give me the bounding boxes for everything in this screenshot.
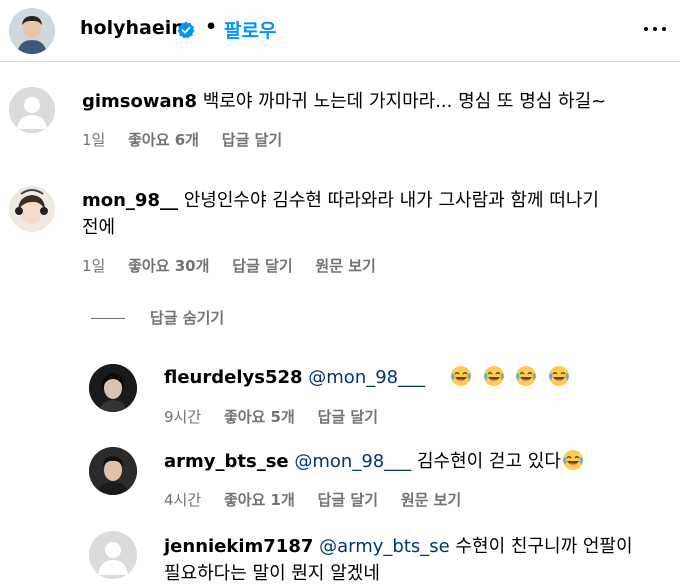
comment-meta: 1일 좋아요 30개 답글 달기 원문 보기 bbox=[82, 255, 394, 276]
default-avatar-icon bbox=[89, 531, 137, 579]
separator-dot: • bbox=[205, 16, 218, 38]
default-avatar-icon bbox=[9, 87, 55, 133]
reply-meta: 9시간 좋아요 5개 답글 달기 bbox=[164, 406, 396, 427]
hide-replies-button[interactable]: 답글 숨기기 bbox=[150, 307, 224, 328]
commenter-avatar[interactable] bbox=[9, 87, 55, 133]
reply-body: 김수현이 걷고 있다 bbox=[416, 451, 561, 472]
laughing-crying-emoji bbox=[483, 365, 505, 387]
comment-body: 안녕인수야 김수현 따라와라 내가 그사람과 함께 떠나기 bbox=[183, 190, 599, 211]
reply-avatar[interactable] bbox=[89, 447, 137, 495]
comment-time[interactable]: 1일 bbox=[82, 257, 105, 275]
reply-time[interactable]: 9시간 bbox=[164, 408, 201, 426]
see-original-button[interactable]: 원문 보기 bbox=[401, 491, 461, 509]
laughing-crying-emoji bbox=[450, 365, 472, 387]
reply: army_bts_se @mon_98___ 김수현이 걷고 있다 bbox=[164, 448, 674, 475]
laughing-crying-emoji bbox=[515, 365, 537, 387]
comment-likes[interactable]: 좋아요 30개 bbox=[128, 257, 209, 275]
comment-username[interactable]: gimsowan8 bbox=[82, 91, 197, 112]
laughing-crying-emoji bbox=[562, 449, 584, 471]
laughing-crying-emoji bbox=[548, 365, 570, 387]
more-options-icon[interactable] bbox=[640, 14, 670, 44]
reply-username[interactable]: army_bts_se bbox=[164, 451, 289, 472]
follow-button[interactable]: 팔로우 bbox=[224, 16, 276, 43]
reply-button[interactable]: 답글 달기 bbox=[232, 257, 292, 275]
comment: mon_98__ 안녕인수야 김수현 따라와라 내가 그사람과 함께 떠나기 전… bbox=[82, 187, 677, 241]
comment-time[interactable]: 1일 bbox=[82, 131, 105, 149]
reply-username[interactable]: fleurdelys528 bbox=[164, 367, 303, 388]
see-original-button[interactable]: 원문 보기 bbox=[315, 257, 375, 275]
reply-button[interactable]: 답글 달기 bbox=[318, 491, 378, 509]
reply-avatar[interactable] bbox=[89, 364, 137, 412]
comment-username[interactable]: mon_98__ bbox=[82, 190, 178, 211]
post-header: holyhaein • 팔로우 bbox=[0, 0, 680, 62]
reply-mention[interactable]: @army_bts_se bbox=[319, 536, 450, 557]
author-avatar[interactable] bbox=[9, 8, 55, 54]
reply-body: 수현이 친구니까 언팔이 bbox=[455, 536, 633, 557]
reply-mention[interactable]: @mon_98___ bbox=[294, 451, 411, 472]
reply: fleurdelys528 @mon_98___ bbox=[164, 364, 674, 391]
comment-body-continued: 전에 bbox=[82, 217, 116, 238]
reply-username[interactable]: jenniekim7187 bbox=[164, 536, 313, 557]
reply-time[interactable]: 4시간 bbox=[164, 491, 201, 509]
comment: gimsowan8 백로야 까마귀 노는데 가지마라... 명심 또 명심 하길… bbox=[82, 88, 672, 115]
author-username[interactable]: holyhaein bbox=[80, 17, 185, 39]
reply-body-continued: 필요하다는 말이 뭔지 알겠네 bbox=[164, 563, 380, 584]
commenter-avatar[interactable] bbox=[9, 186, 55, 232]
reply-mention[interactable]: @mon_98___ bbox=[308, 367, 425, 388]
reply-button[interactable]: 답글 달기 bbox=[222, 131, 282, 149]
reply-button[interactable]: 답글 달기 bbox=[318, 408, 378, 426]
reply: jenniekim7187 @army_bts_se 수현이 친구니까 언팔이 … bbox=[164, 533, 674, 587]
reply-likes[interactable]: 좋아요 1개 bbox=[224, 491, 295, 509]
comment-body: 백로야 까마귀 노는데 가지마라... 명심 또 명심 하길~ bbox=[202, 91, 607, 112]
reply-meta: 4시간 좋아요 1개 답글 달기 원문 보기 bbox=[164, 489, 479, 510]
reply-emoji-group bbox=[445, 367, 570, 388]
replies-divider-line bbox=[91, 318, 125, 319]
comment-meta: 1일 좋아요 6개 답글 달기 bbox=[82, 129, 300, 150]
reply-avatar[interactable] bbox=[89, 531, 137, 579]
reply-likes[interactable]: 좋아요 5개 bbox=[224, 408, 295, 426]
comment-likes[interactable]: 좋아요 6개 bbox=[128, 131, 199, 149]
verified-badge-icon bbox=[177, 21, 195, 39]
